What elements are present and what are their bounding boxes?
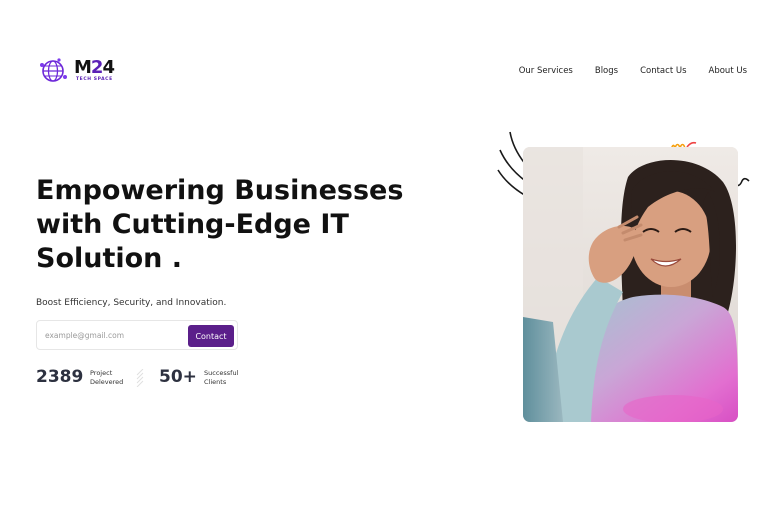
photo-illustration (523, 147, 738, 422)
hero-headline: Empowering Businesses with Cutting-Edge … (36, 175, 404, 274)
nav-blogs[interactable]: Blogs (595, 66, 618, 76)
stat-divider (136, 369, 144, 387)
globe-network-icon (40, 58, 67, 82)
stat-projects-value: 2389 (36, 367, 84, 387)
nav-about-us[interactable]: About Us (709, 66, 747, 76)
stat-clients-label: Successful Clients (204, 369, 239, 386)
brand-tagline: TECH SPACE (76, 77, 113, 82)
nav-our-services[interactable]: Our Services (519, 66, 573, 76)
nav-contact-us[interactable]: Contact Us (640, 66, 686, 76)
brand-logo[interactable]: M24 TECH SPACE (39, 57, 119, 87)
contact-button[interactable]: Contact (188, 325, 234, 347)
top-nav: Our Services Blogs Contact Us About Us (519, 66, 747, 76)
hero-subline: Boost Efficiency, Security, and Innovati… (36, 298, 227, 308)
email-signup-form: Contact (36, 320, 238, 350)
email-input[interactable] (45, 328, 185, 342)
stat-clients-value: 50+ (159, 367, 197, 387)
stat-projects-label: Project Delevered (90, 369, 124, 386)
smiling-woman-with-laptop-photo (523, 147, 738, 422)
brand-wordmark: M24 (74, 57, 115, 78)
